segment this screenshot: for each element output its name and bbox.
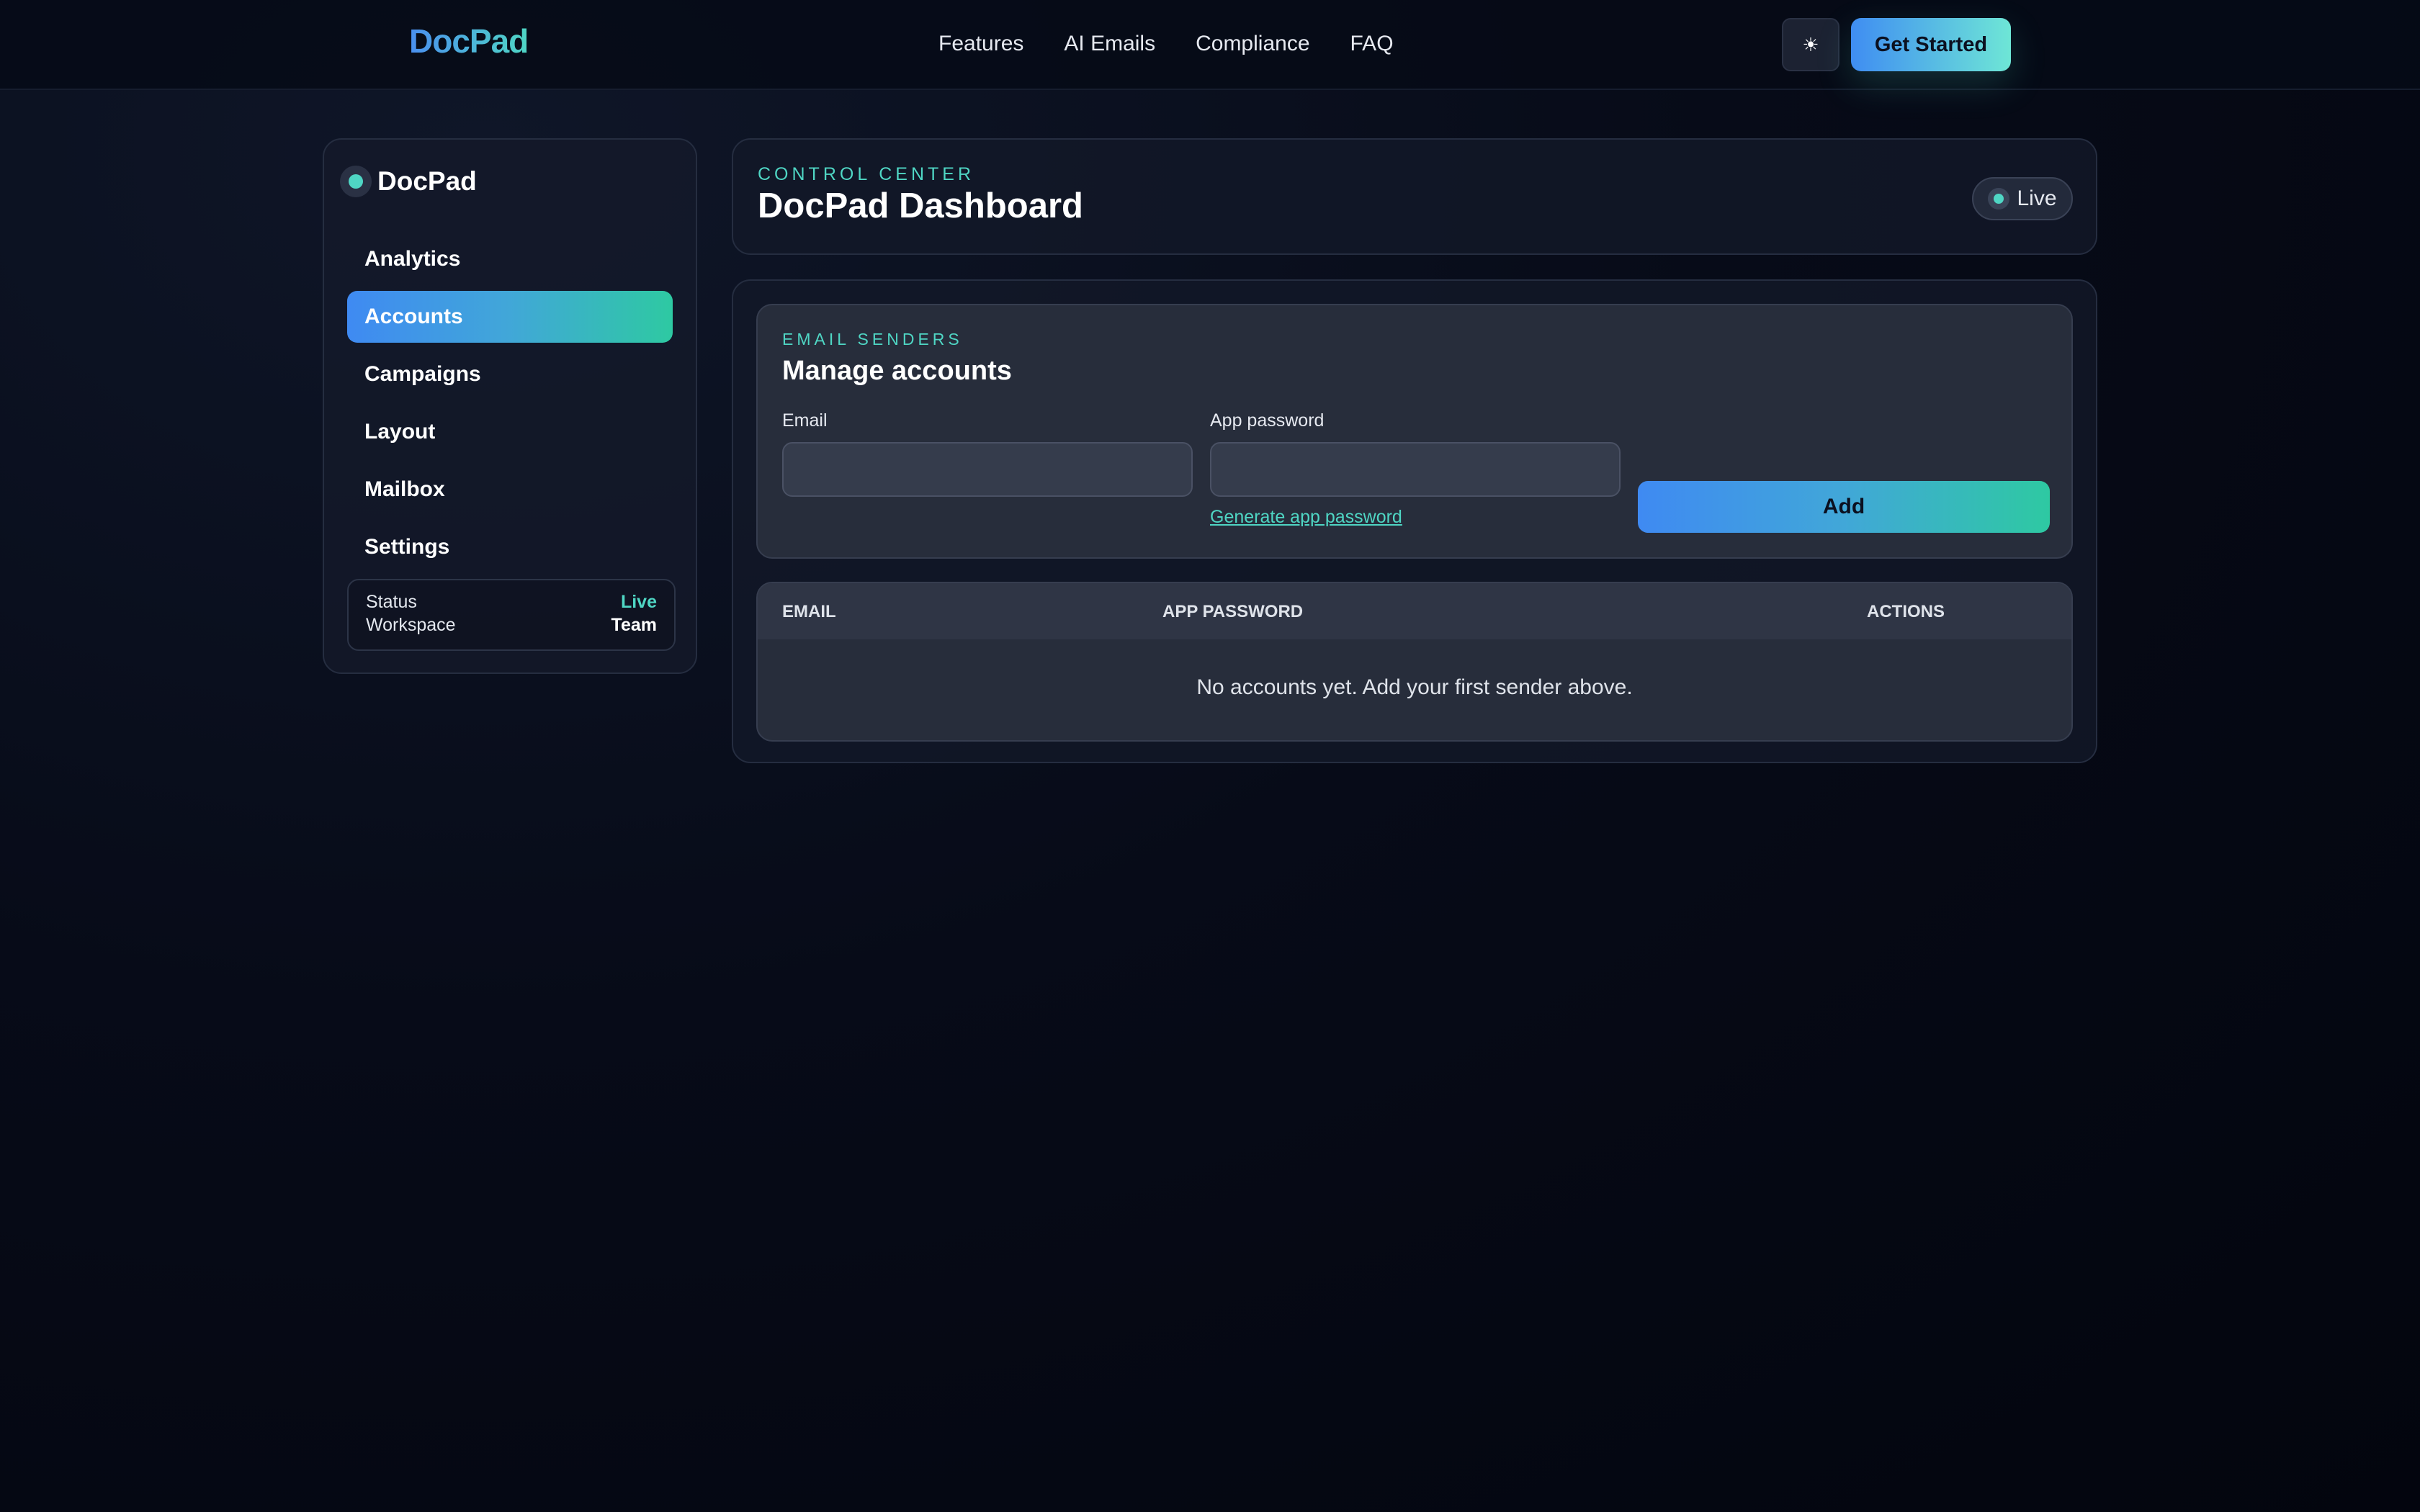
nav-link-compliance[interactable]: Compliance — [1196, 32, 1309, 56]
empty-table-message: No accounts yet. Add your first sender a… — [1196, 675, 1633, 699]
workspace-status-box: Status Live Workspace Team — [347, 579, 676, 651]
add-account-button[interactable]: Add — [1638, 481, 2050, 533]
sun-icon: ☀ — [1802, 33, 1819, 55]
sidebar-item-accounts[interactable]: Accounts — [347, 291, 673, 343]
accounts-panel: EMAIL SENDERS Manage accounts Email App … — [732, 279, 2097, 763]
get-started-button[interactable]: Get Started — [1851, 18, 2011, 71]
form-kicker: EMAIL SENDERS — [782, 330, 963, 348]
header-kicker: CONTROL CENTER — [758, 164, 975, 184]
add-account-form: EMAIL SENDERS Manage accounts Email App … — [756, 304, 2073, 559]
nav-link-features[interactable]: Features — [938, 32, 1023, 56]
column-header-actions: ACTIONS — [1867, 602, 1945, 621]
nav-link-ai-emails[interactable]: AI Emails — [1064, 32, 1155, 56]
status-label: Status — [366, 592, 417, 612]
sidebar-item-settings[interactable]: Settings — [347, 521, 673, 573]
form-title: Manage accounts — [782, 356, 1012, 386]
status-dot-icon — [340, 166, 372, 197]
column-header-email: EMAIL — [782, 602, 836, 621]
live-status-badge: Live — [1972, 177, 2073, 220]
accounts-table: EMAIL APP PASSWORD ACTIONS No accounts y… — [756, 582, 2073, 742]
page-title: DocPad Dashboard — [758, 186, 1083, 225]
app-password-label: App password — [1210, 410, 1325, 431]
nav-link-faq[interactable]: FAQ — [1350, 32, 1394, 56]
sidebar-item-campaigns[interactable]: Campaigns — [347, 348, 673, 400]
table-header-row: EMAIL APP PASSWORD ACTIONS — [758, 583, 2071, 639]
generate-app-password-link[interactable]: Generate app password — [1210, 507, 1402, 528]
sidebar-item-mailbox[interactable]: Mailbox — [347, 464, 673, 516]
sidebar-menu: Analytics Accounts Campaigns Layout Mail… — [347, 233, 673, 579]
column-header-app-password: APP PASSWORD — [1162, 602, 1304, 621]
workspace-label: Workspace — [366, 615, 456, 635]
dashboard-header: CONTROL CENTER DocPad Dashboard Live — [732, 138, 2097, 255]
brand-logo[interactable]: DocPad — [409, 22, 529, 60]
sidebar: DocPad Analytics Accounts Campaigns Layo… — [323, 138, 697, 674]
live-label: Live — [2017, 186, 2057, 210]
sidebar-title: DocPad — [377, 166, 477, 196]
app-password-field[interactable] — [1210, 442, 1621, 497]
email-label: Email — [782, 410, 828, 431]
status-value: Live — [620, 592, 657, 612]
email-field[interactable] — [782, 442, 1193, 497]
sidebar-item-layout[interactable]: Layout — [347, 406, 673, 458]
nav-links: Features AI Emails Compliance FAQ — [938, 32, 1394, 56]
workspace-value: Team — [611, 615, 657, 635]
sidebar-header: DocPad — [340, 166, 477, 197]
top-navbar: DocPad Features AI Emails Compliance FAQ… — [0, 0, 2420, 90]
theme-toggle-button[interactable]: ☀ — [1782, 18, 1839, 71]
live-dot-icon — [1988, 188, 2010, 210]
sidebar-item-analytics[interactable]: Analytics — [347, 233, 673, 285]
